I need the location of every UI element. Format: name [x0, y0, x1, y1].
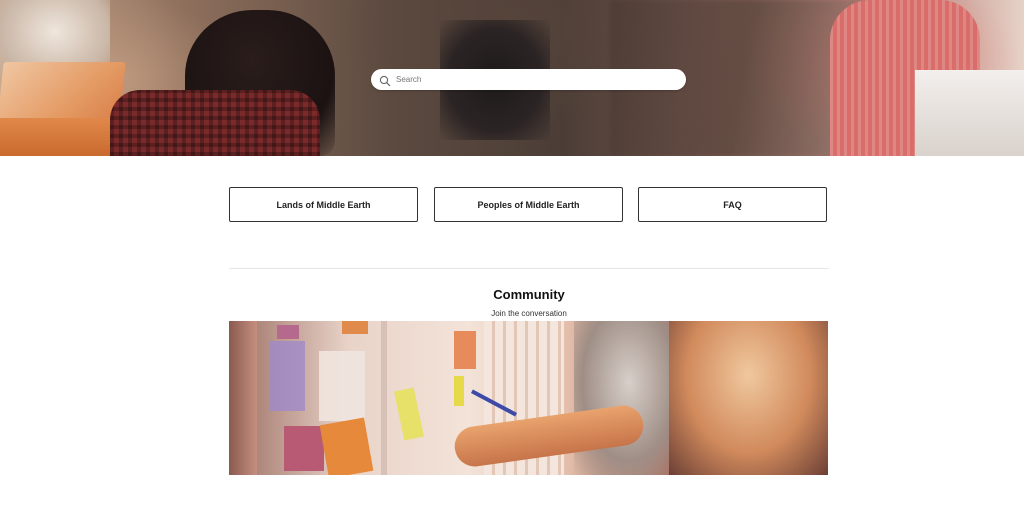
- community-photo-note: [454, 331, 476, 369]
- search-icon: [379, 74, 391, 86]
- tile-label: FAQ: [723, 199, 742, 210]
- community-image[interactable]: [229, 321, 828, 475]
- community-subtitle: Join the conversation: [491, 309, 567, 318]
- tile-lands-of-middle-earth[interactable]: Lands of Middle Earth: [229, 187, 418, 222]
- community-photo-note: [319, 351, 365, 421]
- community-photo-note: [277, 325, 299, 339]
- community-photo-note: [319, 417, 374, 475]
- community-photo-note: [342, 321, 368, 334]
- community-photo-note: [269, 341, 305, 411]
- search-input[interactable]: [396, 75, 676, 84]
- search-box[interactable]: [371, 69, 686, 90]
- hero-photo-shirt: [110, 90, 320, 156]
- hero-photo-desk-right: [915, 70, 1024, 156]
- section-divider: [229, 268, 829, 269]
- tile-label: Peoples of Middle Earth: [477, 199, 580, 210]
- community-photo-man: [574, 321, 684, 475]
- tile-faq[interactable]: FAQ: [638, 187, 827, 222]
- community-photo-woman: [669, 321, 828, 475]
- community-photo-frame: [229, 321, 257, 475]
- community-photo-frame: [381, 321, 387, 475]
- community-title: Community: [493, 287, 565, 302]
- quick-links: Lands of Middle Earth Peoples of Middle …: [229, 187, 829, 223]
- hero-banner: [0, 0, 1024, 156]
- community-photo-note: [394, 387, 424, 441]
- community-photo-note: [454, 376, 464, 406]
- tile-peoples-of-middle-earth[interactable]: Peoples of Middle Earth: [434, 187, 623, 222]
- tile-label: Lands of Middle Earth: [276, 199, 371, 210]
- community-photo-note: [284, 426, 324, 471]
